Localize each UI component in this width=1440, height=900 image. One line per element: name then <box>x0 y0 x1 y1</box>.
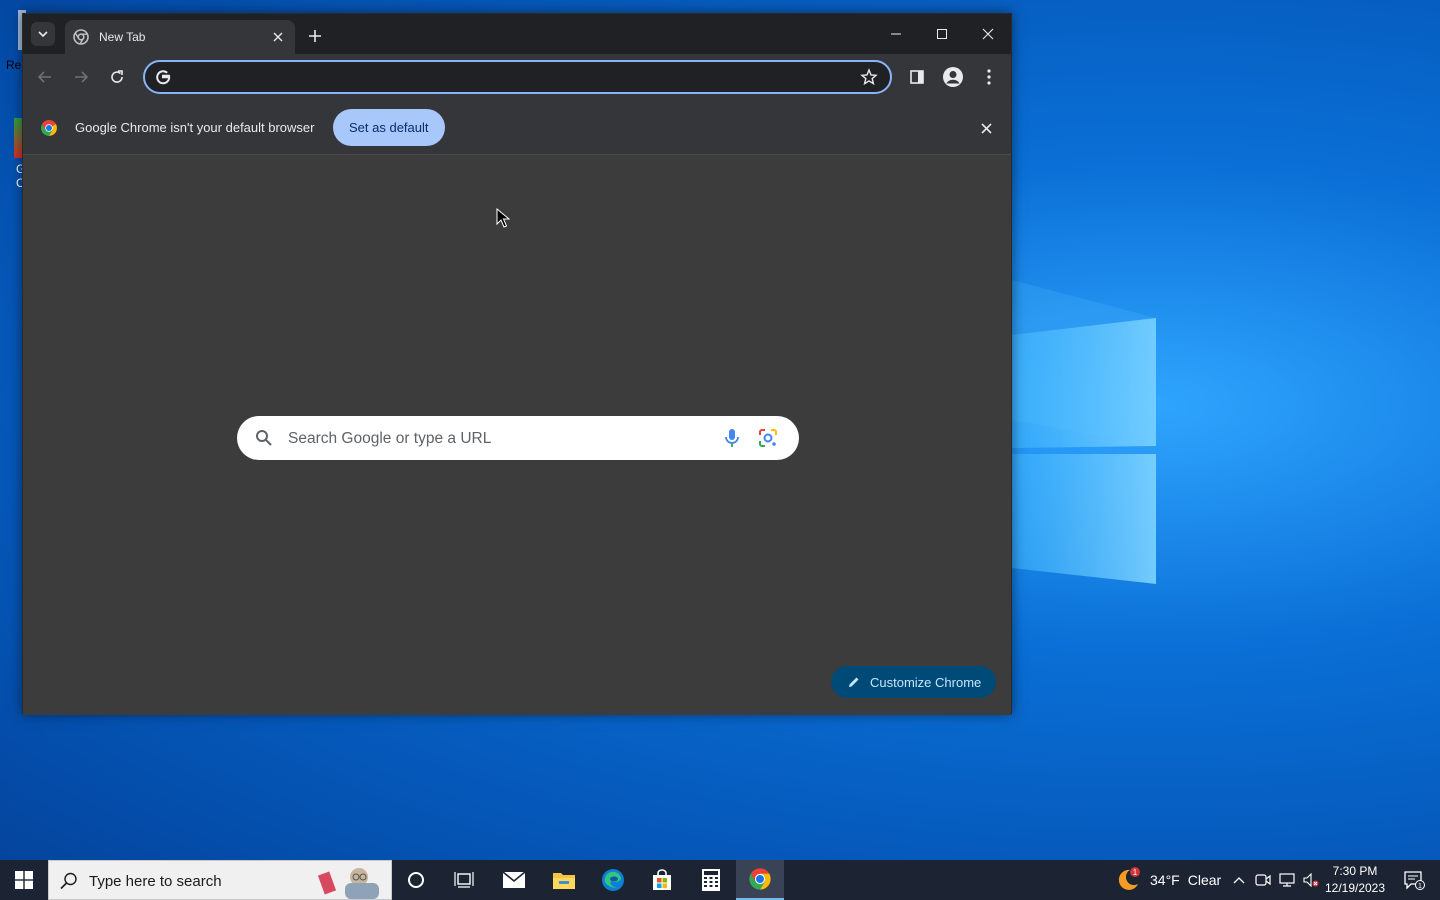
maximize-button[interactable] <box>919 14 965 54</box>
google-lens-icon[interactable] <box>757 427 779 449</box>
folder-icon <box>553 873 575 889</box>
chrome-window: New Tab Google Chrome isn't your default… <box>22 13 1012 715</box>
new-tab-button[interactable] <box>303 24 327 48</box>
mouse-cursor-icon <box>496 208 510 228</box>
windows-logo-wallpaper <box>1012 280 1156 584</box>
task-view-icon <box>454 872 474 888</box>
taskbar-clock[interactable]: 7:30 PM 12/19/2023 <box>1322 863 1388 897</box>
back-button[interactable] <box>33 65 57 89</box>
avatar-icon <box>943 67 963 87</box>
search-icon <box>60 872 77 890</box>
tab-title: New Tab <box>99 30 146 44</box>
ntp-search-placeholder: Search Google or type a URL <box>288 430 492 447</box>
show-hidden-icons-button[interactable] <box>1228 860 1250 900</box>
pencil-icon <box>849 677 859 687</box>
chrome-logo-icon <box>41 120 57 136</box>
cortana-circle-icon <box>408 872 424 888</box>
side-panel-button[interactable] <box>905 65 929 89</box>
taskbar-app-calculator[interactable] <box>687 860 735 900</box>
arrow-left-icon <box>37 71 51 83</box>
mail-icon <box>502 871 526 888</box>
cortana-button[interactable] <box>392 860 440 900</box>
minimize-button[interactable] <box>873 14 919 54</box>
arrow-right-icon <box>75 71 89 83</box>
kebab-menu-icon <box>987 69 991 85</box>
close-icon <box>982 28 994 40</box>
ntp-search-box[interactable]: Search Google or type a URL <box>237 416 799 460</box>
default-browser-infobar: Google Chrome isn't your default browser… <box>23 100 1011 155</box>
chrome-menu-button[interactable] <box>977 65 1001 89</box>
taskbar: Type here to search 1 34°F Clear 7:30 PM… <box>0 860 1440 900</box>
customize-chrome-button[interactable]: Customize Chrome <box>831 666 997 698</box>
clock-date: 12/19/2023 <box>1324 881 1386 895</box>
meet-now-tray-icon[interactable] <box>1252 860 1274 900</box>
volume-muted-icon <box>1303 873 1319 887</box>
weather-temp: 34°F <box>1150 872 1180 888</box>
chrome-favicon-icon <box>73 29 89 45</box>
start-button[interactable] <box>0 860 48 900</box>
windows-start-icon <box>15 871 33 889</box>
chevron-down-icon <box>38 31 48 38</box>
weather-widget[interactable]: 1 34°F Clear <box>1114 860 1224 900</box>
close-icon <box>980 122 992 134</box>
toolbar <box>23 54 1011 100</box>
network-icon <box>1279 873 1295 887</box>
reload-icon <box>111 70 123 83</box>
address-bar[interactable] <box>143 60 892 94</box>
calculator-icon <box>702 869 720 891</box>
taskbar-app-mail[interactable] <box>490 860 538 900</box>
weather-badge: 1 <box>1133 868 1138 877</box>
taskbar-app-file-explorer[interactable] <box>540 860 588 900</box>
set-as-default-button[interactable]: Set as default <box>333 109 445 146</box>
reload-button[interactable] <box>105 65 129 89</box>
volume-tray-icon[interactable] <box>1300 860 1322 900</box>
profile-button[interactable] <box>941 65 965 89</box>
tab-new-tab[interactable]: New Tab <box>65 20 295 54</box>
infobar-message: Google Chrome isn't your default browser <box>75 120 315 135</box>
clock-time: 7:30 PM <box>1332 864 1378 878</box>
tab-close-button[interactable] <box>269 28 287 46</box>
store-bag-icon <box>653 869 671 890</box>
close-icon <box>273 32 283 42</box>
maximize-icon <box>937 29 947 39</box>
bookmark-star-icon[interactable] <box>860 68 878 86</box>
task-view-button[interactable] <box>440 860 488 900</box>
taskbar-search-box[interactable]: Type here to search <box>48 860 392 900</box>
forward-button[interactable] <box>69 65 93 89</box>
infobar-close-button[interactable] <box>977 119 995 137</box>
search-highlight-illustration-icon <box>317 868 379 899</box>
microphone-icon[interactable] <box>721 427 743 449</box>
notifications-icon: 1 <box>1404 871 1425 890</box>
taskbar-search-placeholder: Type here to search <box>89 873 222 890</box>
new-tab-page: Search Google or type a URL Customize Ch… <box>23 155 1011 715</box>
network-tray-icon[interactable] <box>1276 860 1298 900</box>
chevron-up-icon <box>1233 877 1245 884</box>
notification-count: 1 <box>1418 883 1422 890</box>
action-center-button[interactable]: 1 <box>1394 860 1434 900</box>
search-icon <box>256 430 272 446</box>
taskbar-app-store[interactable] <box>638 860 686 900</box>
title-bar: New Tab <box>23 14 1011 54</box>
taskbar-app-edge[interactable] <box>589 860 637 900</box>
video-camera-icon <box>1255 874 1271 886</box>
plus-icon <box>309 30 321 42</box>
edge-icon <box>602 869 624 891</box>
desktop-label-fragment: Re <box>6 58 22 72</box>
close-window-button[interactable] <box>965 14 1011 54</box>
minimize-icon <box>891 33 901 35</box>
google-g-icon <box>156 70 171 85</box>
taskbar-app-chrome[interactable] <box>736 860 784 900</box>
customize-chrome-label: Customize Chrome <box>870 674 982 690</box>
address-input[interactable] <box>179 66 849 88</box>
tab-search-button[interactable] <box>31 22 55 46</box>
chrome-logo-icon <box>749 868 771 890</box>
desktop-icons-strip: Re G C <box>0 0 26 200</box>
side-panel-icon <box>910 70 924 84</box>
moon-weather-icon: 1 <box>1118 867 1140 890</box>
weather-condition: Clear <box>1187 872 1222 888</box>
